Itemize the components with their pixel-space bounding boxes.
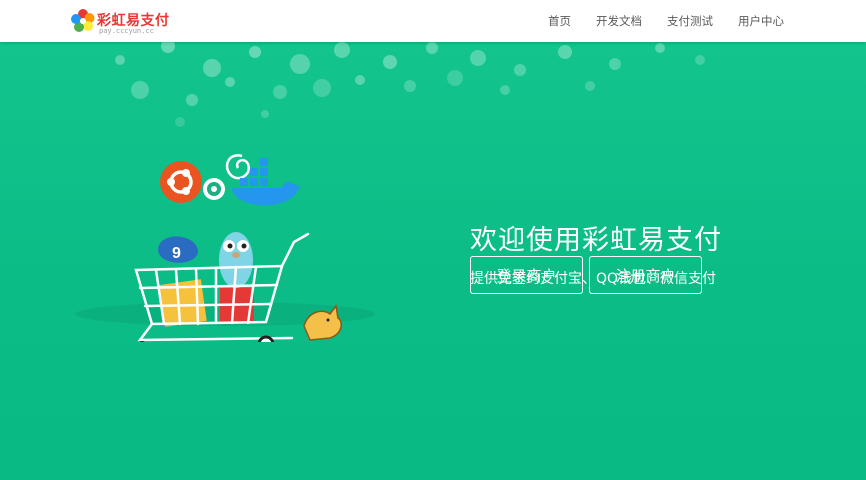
main-nav: 首页 开发文档 支付测试 用户中心 [523, 0, 784, 42]
debian-swirl-icon [225, 154, 251, 180]
cart-illustration: 9 [75, 154, 375, 342]
site-logo[interactable]: 彩虹易支付 pay.cccyun.cc [70, 8, 170, 36]
top-header: 彩虹易支付 pay.cccyun.cc 首页 开发文档 支付测试 用户中心 [0, 0, 866, 42]
kubernetes-icon [203, 178, 225, 200]
register-merchant-button[interactable]: 注册商户 [589, 256, 702, 294]
hero-section: 9 欢迎使用彩虹易支付 提供免签约支付宝、QQ钱包、微信支付 [0, 42, 866, 480]
cart-wheel-right [257, 335, 275, 342]
nav-dev-docs[interactable]: 开发文档 [596, 13, 642, 29]
hero-title: 欢迎使用彩虹易支付 [470, 225, 722, 256]
flower-logo-icon [71, 9, 95, 32]
badge-9-icon: 9 [158, 236, 199, 263]
ubuntu-icon [160, 161, 202, 203]
hero-buttons: 登录商户 注册商户 [470, 256, 708, 294]
nav-user-center[interactable]: 用户中心 [738, 13, 784, 29]
nav-home[interactable]: 首页 [548, 13, 571, 29]
login-merchant-button[interactable]: 登录商户 [470, 256, 583, 294]
nav-pay-test[interactable]: 支付测试 [667, 13, 713, 29]
logo-domain: pay.cccyun.cc [99, 27, 154, 35]
docker-icon [232, 158, 300, 206]
svg-text:9: 9 [172, 245, 181, 262]
